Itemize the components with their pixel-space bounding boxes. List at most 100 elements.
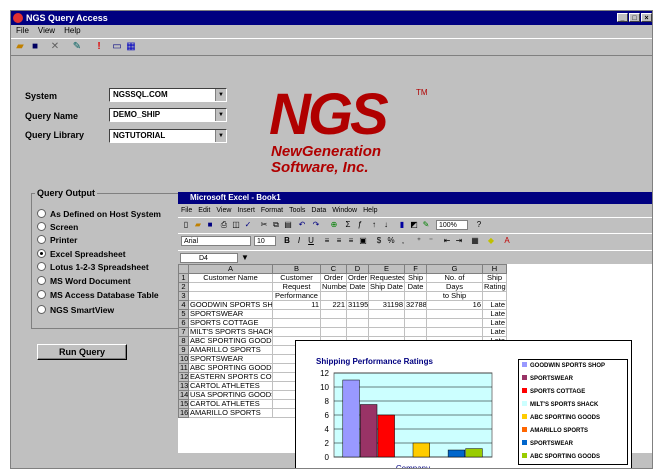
excel-menu-view[interactable]: View [216,207,231,214]
cell[interactable]: Customer Name [188,273,273,283]
maximize-button[interactable]: □ [629,13,640,22]
cell[interactable]: Request [272,282,321,292]
cell[interactable] [272,318,321,328]
cell[interactable]: GOODWIN SPORTS SHOP [188,300,273,310]
excel-menu-tools[interactable]: Tools [289,207,305,214]
cell[interactable] [368,318,405,328]
column-header[interactable] [178,264,189,274]
font-color-icon[interactable]: A [502,236,512,246]
cell[interactable] [272,309,321,319]
increase-indent-icon[interactable]: ⇥ [454,236,464,246]
row-header[interactable]: 6 [178,318,189,328]
cell[interactable]: Late [482,300,507,310]
open-folder-icon[interactable]: ▰ [14,41,26,53]
sort-ascending-icon[interactable]: ↑ [369,220,379,230]
row-header[interactable]: 8 [178,336,189,346]
radio-button-icon[interactable] [37,235,46,244]
preview-icon[interactable]: ◫ [231,220,241,230]
excel-menu-data[interactable]: Data [311,207,326,214]
row-header[interactable]: 2 [178,282,189,292]
sort-descending-icon[interactable]: ↓ [381,220,391,230]
cell[interactable]: Ship [482,273,507,283]
help-icon[interactable]: ? [474,220,484,230]
cell[interactable] [404,291,427,301]
new-icon[interactable]: ▯ [181,220,191,230]
delete-icon[interactable]: ✕ [49,41,61,53]
cell[interactable]: 221 [320,300,347,310]
cell[interactable] [426,327,483,337]
cell[interactable]: AMARILLO SPORTS [188,408,273,418]
excel-menu-help[interactable]: Help [363,207,377,214]
cell[interactable] [320,327,347,337]
merge-center-icon[interactable]: ▣ [358,236,368,246]
radio-button-icon[interactable] [37,276,46,285]
cell[interactable] [320,309,347,319]
chevron-down-icon[interactable]: ▼ [215,89,226,101]
cell[interactable] [426,309,483,319]
output-option-3[interactable]: Excel Spreadsheet [37,249,126,259]
menu-view[interactable]: View [38,26,55,35]
radio-button-icon[interactable] [37,222,46,231]
save-icon[interactable]: ■ [29,41,41,53]
map-icon[interactable]: ◩ [409,220,419,230]
cell[interactable]: Date [346,282,369,292]
run-query-button[interactable]: Run Query [37,344,127,360]
cell[interactable] [482,291,507,301]
run-icon[interactable]: ! [93,41,105,53]
embedded-chart[interactable]: Shipping Performance Ratings 0 2 4 6 8 10 12 Co… [295,340,632,468]
cell[interactable] [404,309,427,319]
borders-icon[interactable]: ▦ [470,236,480,246]
cell[interactable] [368,309,405,319]
cell[interactable]: Requested [368,273,405,283]
cell[interactable]: SPORTSWEAR [188,354,273,364]
output-option-5[interactable]: MS Word Document [37,276,131,286]
font-size-box[interactable]: 10 [254,236,276,246]
row-header[interactable]: 10 [178,354,189,364]
column-header[interactable]: B [272,264,321,274]
bold-icon[interactable]: B [282,236,292,246]
row-header[interactable]: 11 [178,363,189,373]
open-icon[interactable]: ▰ [193,220,203,230]
excel-menu-file[interactable]: File [181,207,192,214]
cell[interactable]: Number [320,282,347,292]
column-header[interactable]: E [368,264,405,274]
cell[interactable] [426,318,483,328]
cell[interactable]: Date [404,282,427,292]
formula-input[interactable] [254,253,652,263]
autosum-icon[interactable]: Σ [343,220,353,230]
query-icon[interactable]: ▦ [125,41,137,53]
row-header[interactable]: 7 [178,327,189,337]
cell[interactable] [188,282,273,292]
cell[interactable]: Ship Date [368,282,405,292]
font-name-box[interactable]: Arial [181,236,251,246]
print-icon[interactable]: ⎙ [219,220,229,230]
cell[interactable]: MILT'S SPORTS SHACK [188,327,273,337]
cell[interactable]: AMARILLO SPORTS [188,345,273,355]
fill-color-icon[interactable]: ◆ [486,236,496,246]
radio-button-icon[interactable] [37,290,46,299]
copy-icon[interactable]: ⧉ [271,220,281,230]
decrease-indent-icon[interactable]: ⇤ [442,236,452,246]
cut-icon[interactable]: ✂ [259,220,269,230]
cell[interactable] [404,327,427,337]
cell[interactable]: CARTOL ATHLETES [188,399,273,409]
column-header[interactable]: G [426,264,483,274]
cell[interactable]: Ship [404,273,427,283]
excel-menu-edit[interactable]: Edit [198,207,210,214]
cell[interactable]: Days [426,282,483,292]
cell[interactable]: SPORTSWEAR [188,309,273,319]
decrease-decimal-icon[interactable]: ⁻ [426,236,436,246]
cell[interactable]: Customer [272,273,321,283]
new-query-icon[interactable]: ✎ [71,41,83,53]
output-option-1[interactable]: Screen [37,222,78,232]
undo-icon[interactable]: ↶ [297,220,307,230]
zoom-box[interactable]: 100% [436,220,468,230]
cell[interactable]: Order [346,273,369,283]
close-button[interactable]: × [641,13,652,22]
output-option-0[interactable]: As Defined on Host System [37,209,161,219]
cell[interactable] [346,318,369,328]
cell[interactable]: ABC SPORTING GOODS [188,363,273,373]
percent-icon[interactable]: % [386,236,396,246]
cell[interactable]: Late [482,327,507,337]
radio-button-icon[interactable] [37,209,46,218]
